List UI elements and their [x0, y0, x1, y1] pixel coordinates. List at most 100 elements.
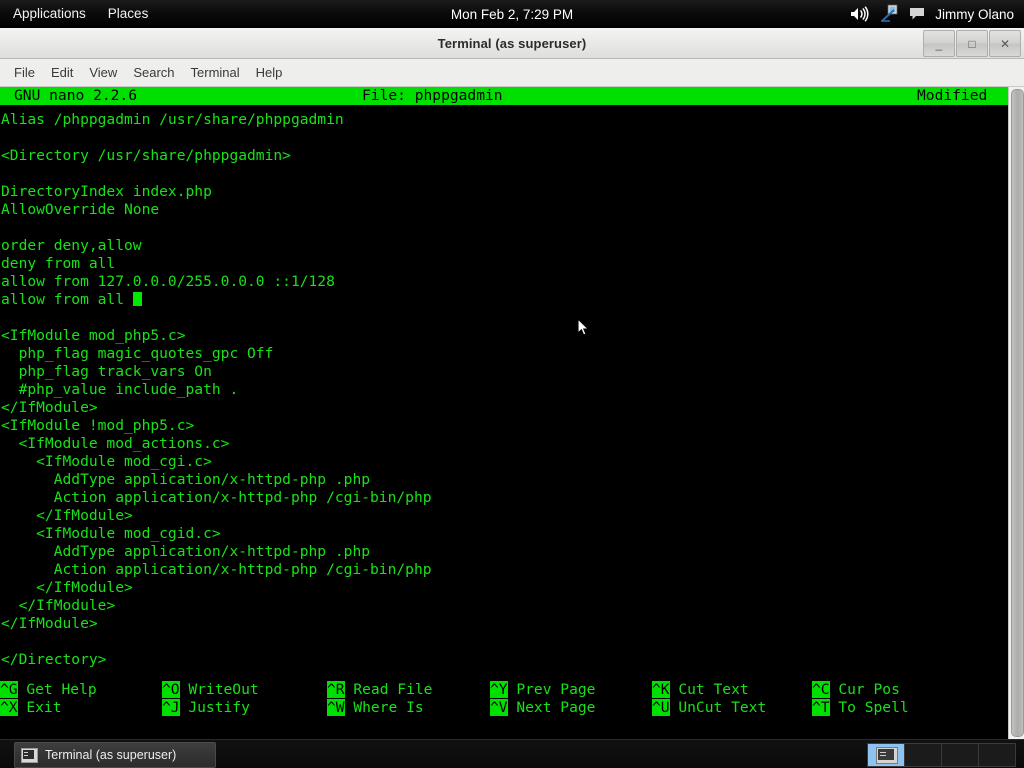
nano-shortcut-label: Justify — [180, 699, 250, 716]
nano-filename: File: phppgadmin — [362, 87, 503, 105]
nano-shortcut[interactable]: ^K Cut Text — [652, 681, 749, 699]
chat-icon[interactable] — [909, 6, 925, 22]
nano-shortcut-label: Where Is — [345, 699, 424, 716]
network-icon[interactable] — [879, 4, 899, 24]
nano-shortcut-label: To Spell — [830, 699, 909, 716]
nano-line: </Directory> — [0, 651, 1009, 669]
nano-shortcut[interactable]: ^T To Spell — [812, 699, 909, 717]
nano-line: Action application/x-httpd-php /cgi-bin/… — [0, 489, 1009, 507]
nano-shortcut[interactable]: ^U UnCut Text — [652, 699, 766, 717]
nano-line: #php_value include_path . — [0, 381, 1009, 399]
window-title: Terminal (as superuser) — [438, 36, 587, 51]
taskbar: Terminal (as superuser) — [0, 739, 1024, 768]
nano-line: AddType application/x-httpd-php .php — [0, 471, 1009, 489]
nano-shortcut-label: Read File — [345, 681, 433, 698]
nano-shortcut[interactable]: ^C Cur Pos — [812, 681, 900, 699]
nano-line: <IfModule mod_cgid.c> — [0, 525, 1009, 543]
nano-line: php_flag track_vars On — [0, 363, 1009, 381]
panel-menu-applications[interactable]: Applications — [4, 3, 95, 25]
terminal-viewport[interactable]: GNU nano 2.2.6 File: phppgadmin Modified… — [0, 87, 1024, 741]
nano-shortcut-label: WriteOut — [180, 681, 259, 698]
nano-shortcut-key: ^G — [0, 681, 18, 698]
maximize-button[interactable]: □ — [956, 30, 988, 57]
nano-line: <IfModule !mod_php5.c> — [0, 417, 1009, 435]
panel-tray: Jimmy Olano — [849, 0, 1018, 28]
desktop-screen: Applications Places Mon Feb 2, 7:29 PM — [0, 0, 1024, 768]
nano-line: Alias /phppgadmin /usr/share/phppgadmin — [0, 111, 1009, 129]
nano-line: deny from all — [0, 255, 1009, 273]
nano-shortcut-key: ^V — [490, 699, 508, 716]
terminal-window: Terminal (as superuser) _ □ ✕ File Edit … — [0, 28, 1024, 740]
menu-help[interactable]: Help — [248, 61, 291, 84]
nano-shortcut[interactable]: ^R Read File — [327, 681, 432, 699]
nano-line: php_flag magic_quotes_gpc Off — [0, 345, 1009, 363]
nano-line: AddType application/x-httpd-php .php — [0, 543, 1009, 561]
nano-line — [0, 309, 1009, 327]
workspace-thumbnail — [876, 747, 898, 764]
taskbar-window-label: Terminal (as superuser) — [45, 748, 176, 762]
nano-shortcut-label: Prev Page — [508, 681, 596, 698]
menu-search[interactable]: Search — [125, 61, 182, 84]
menu-edit[interactable]: Edit — [43, 61, 81, 84]
panel-menu-places[interactable]: Places — [99, 3, 158, 25]
nano-shortcut-key: ^Y — [490, 681, 508, 698]
nano-shortcut-label: Exit — [18, 699, 62, 716]
nano-line — [0, 129, 1009, 147]
workspace-2[interactable] — [905, 744, 942, 766]
workspace-switcher[interactable] — [867, 743, 1016, 767]
nano-shortcut[interactable]: ^Y Prev Page — [490, 681, 595, 699]
menu-terminal[interactable]: Terminal — [183, 61, 248, 84]
nano-line: </IfModule> — [0, 615, 1009, 633]
nano-shortcut[interactable]: ^X Exit — [0, 699, 62, 717]
nano-line — [0, 219, 1009, 237]
nano-shortcut-key: ^C — [812, 681, 830, 698]
nano-line: </IfModule> — [0, 399, 1009, 417]
nano-shortcut-key: ^W — [327, 699, 345, 716]
nano-shortcut-label: Get Help — [18, 681, 97, 698]
window-controls: _ □ ✕ — [923, 30, 1021, 57]
nano-line: <Directory /usr/share/phppgadmin> — [0, 147, 1009, 165]
panel-username[interactable]: Jimmy Olano — [935, 7, 1018, 22]
nano-shortcut[interactable]: ^O WriteOut — [162, 681, 259, 699]
nano-line: AllowOverride None — [0, 201, 1009, 219]
nano-shortcut-key: ^K — [652, 681, 670, 698]
nano-line: DirectoryIndex index.php — [0, 183, 1009, 201]
nano-shortcut[interactable]: ^V Next Page — [490, 699, 595, 717]
nano-line: <IfModule mod_actions.c> — [0, 435, 1009, 453]
nano-line: <IfModule mod_php5.c> — [0, 327, 1009, 345]
close-button[interactable]: ✕ — [989, 30, 1021, 57]
terminal-scrollbar[interactable] — [1008, 87, 1024, 741]
nano-line: allow from all — [0, 291, 1009, 309]
nano-shortcut-key: ^U — [652, 699, 670, 716]
window-titlebar[interactable]: Terminal (as superuser) _ □ ✕ — [0, 28, 1024, 59]
workspace-1[interactable] — [868, 744, 905, 766]
nano-shortcut[interactable]: ^W Where Is — [327, 699, 424, 717]
nano-shortcut[interactable]: ^G Get Help — [0, 681, 97, 699]
nano-shortcut[interactable]: ^J Justify — [162, 699, 250, 717]
text-cursor — [133, 292, 142, 306]
nano-shortcut-label: UnCut Text — [670, 699, 767, 716]
terminal-scrollbar-thumb[interactable] — [1011, 89, 1024, 737]
workspace-3[interactable] — [942, 744, 979, 766]
nano-shortcut-key: ^J — [162, 699, 180, 716]
shortcut-row-1: ^G Get Help ^O WriteOut ^R Read File ^Y Pre… — [0, 681, 1009, 699]
volume-icon[interactable] — [849, 5, 869, 23]
workspace-4[interactable] — [979, 744, 1015, 766]
nano-shortcut-label: Next Page — [508, 699, 596, 716]
minimize-button[interactable]: _ — [923, 30, 955, 57]
shortcut-row-2: ^X Exit ^J Justify ^W Where Is ^V Next Page… — [0, 699, 1009, 717]
nano-title-bar: GNU nano 2.2.6 File: phppgadmin Modified — [0, 87, 1009, 105]
nano-shortcut-bar: ^G Get Help ^O WriteOut ^R Read File ^Y Pre… — [0, 681, 1009, 717]
taskbar-window-button[interactable]: Terminal (as superuser) — [14, 742, 216, 768]
terminal-icon — [21, 748, 38, 763]
nano-text-area[interactable]: Alias /phppgadmin /usr/share/phppgadmin <… — [0, 111, 1009, 669]
nano-shortcut-key: ^R — [327, 681, 345, 698]
nano-line: </IfModule> — [0, 507, 1009, 525]
nano-version: GNU nano 2.2.6 — [14, 87, 137, 105]
menu-file[interactable]: File — [6, 61, 43, 84]
nano-shortcut-label: Cut Text — [670, 681, 749, 698]
menu-view[interactable]: View — [81, 61, 125, 84]
nano-line: order deny,allow — [0, 237, 1009, 255]
nano-shortcut-key: ^X — [0, 699, 18, 716]
nano-line: <IfModule mod_cgi.c> — [0, 453, 1009, 471]
